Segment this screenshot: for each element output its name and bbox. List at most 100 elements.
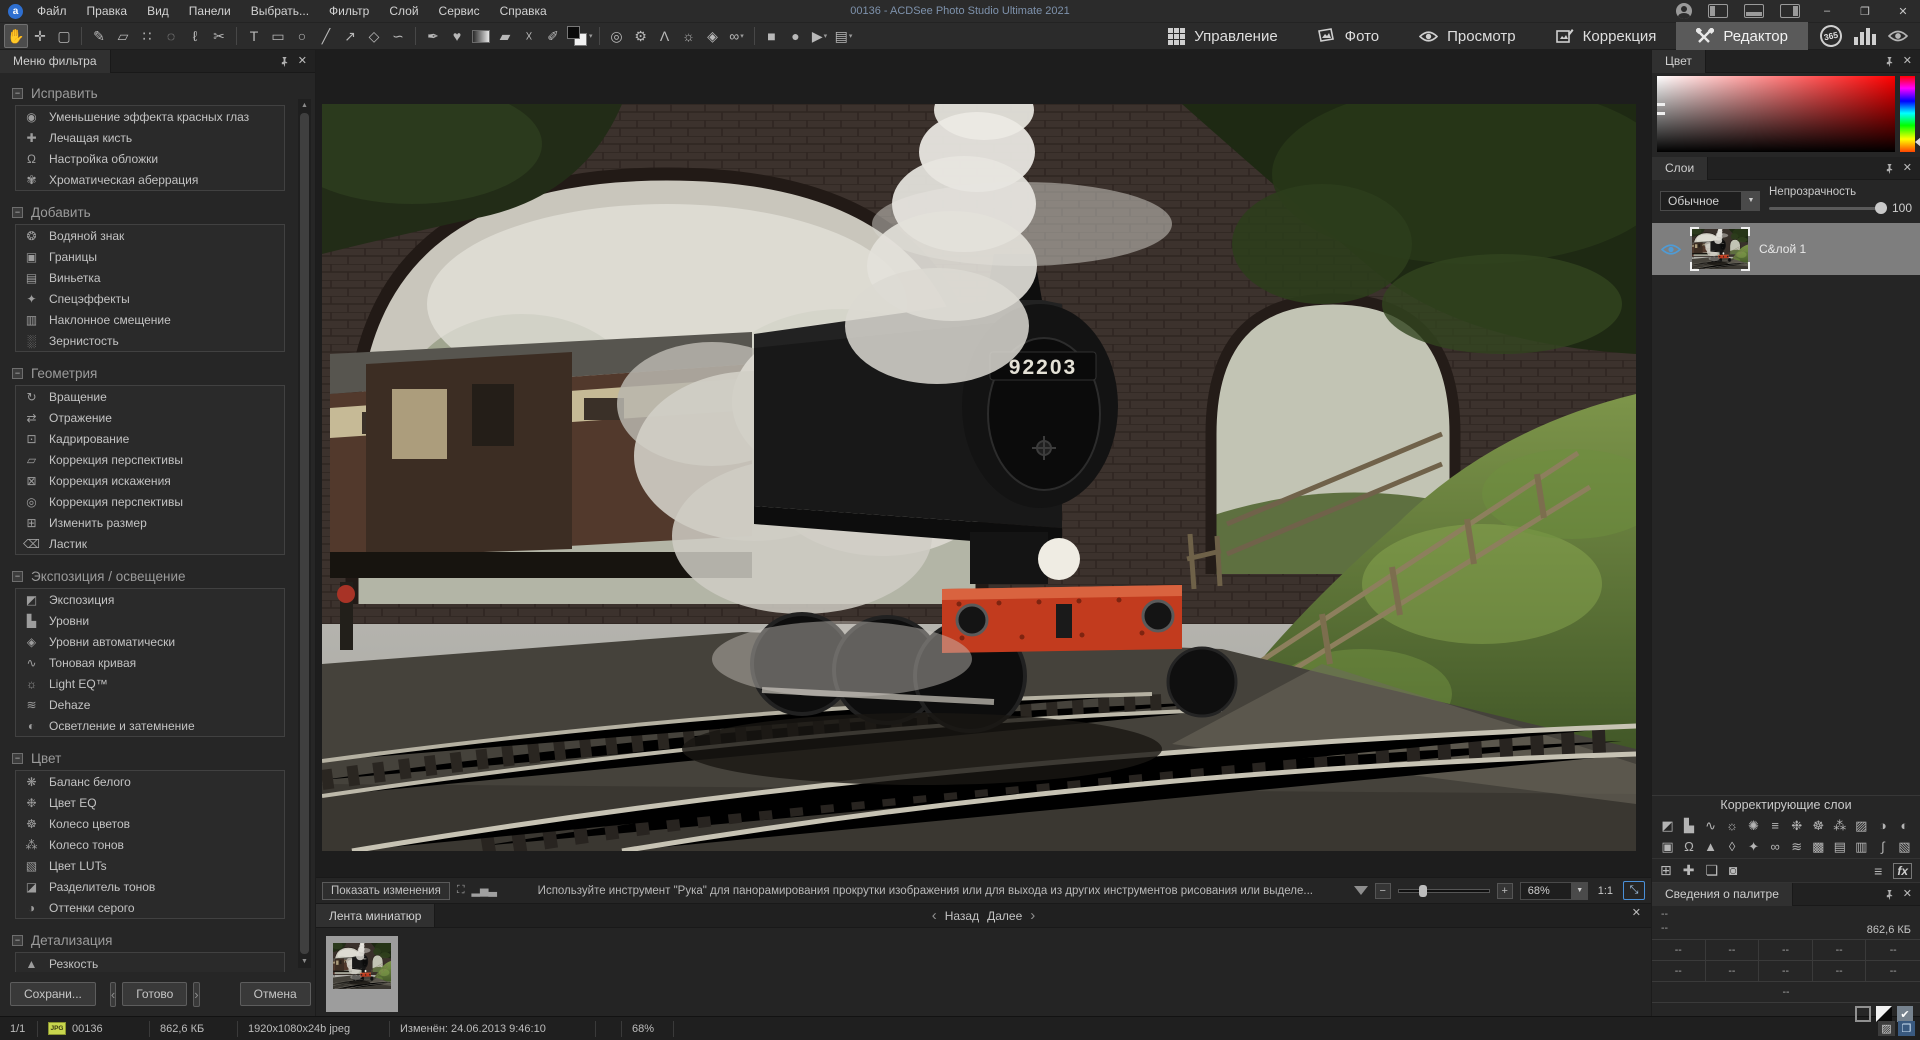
adj-tone-wheel-icon[interactable]: ⁂ [1830,816,1849,835]
filter-item[interactable]: ❉Цвет EQ [16,792,284,813]
adj-gradient-icon[interactable]: ▩ [1809,837,1828,856]
editor-canvas[interactable] [316,50,1651,877]
play-icon[interactable]: ▶▾ [808,24,832,48]
collapse-icon[interactable]: − [12,753,23,764]
filter-item[interactable]: ↻Вращение [16,386,284,407]
layout-left-panel-icon[interactable] [1708,4,1728,18]
filmstrip-thumbnail[interactable] [326,936,398,1012]
adj-effects-icon[interactable]: ✦ [1744,837,1763,856]
tab-photo[interactable]: Фото [1298,22,1399,50]
collapse-icon[interactable]: − [12,207,23,218]
smart-brush-tool[interactable]: ✎ [87,24,111,48]
filter-item[interactable]: ▙Уровни [16,610,284,631]
filter-item[interactable]: ◩Экспозиция [16,589,284,610]
pen-tool[interactable]: ✒ [421,24,445,48]
adj-tilt-shift-icon[interactable]: ▥ [1852,837,1871,856]
record-icon[interactable]: ● [784,24,808,48]
zoom-value[interactable]: 68% [1520,882,1572,900]
filter-scrollbar[interactable]: ▲ ▼ [298,99,311,968]
zoom-in-button[interactable]: + [1497,883,1513,899]
back-button[interactable]: Назад [945,909,979,923]
foreground-color-swatch[interactable] [567,26,580,39]
eyedropper-tool[interactable]: ✐ [541,24,565,48]
close-button[interactable]: ✕ [1892,2,1914,20]
hand-tool[interactable]: ✋ [4,24,28,48]
menu-service[interactable]: Сервис [429,0,490,22]
filter-item[interactable]: ⊞Изменить размер [16,512,284,533]
layer-mask-icon[interactable]: ◙ [1729,862,1737,879]
filter-item[interactable]: ∿Тоновая кривая [16,652,284,673]
cut-tool[interactable]: ✂ [207,24,231,48]
adj-sharpen-icon[interactable]: ▲ [1701,837,1720,856]
tab-edit[interactable]: Редактор [1676,22,1808,50]
filter-section-header[interactable]: −Геометрия [12,361,285,385]
filter-item[interactable]: ⁂Колесо тонов [16,834,284,855]
layer-effects-button[interactable]: fx [1893,863,1912,879]
prev-button[interactable]: ‹ [110,982,116,1007]
split-preview-icon[interactable] [1876,1006,1892,1022]
filter-section-header[interactable]: −Исправить [12,81,285,105]
layer-menu-icon[interactable]: ≡ [1874,863,1882,879]
tab-view[interactable]: Просмотр [1399,22,1536,50]
adj-color-wheel-icon[interactable]: ☸ [1809,816,1828,835]
user-avatar-icon[interactable] [1676,3,1692,19]
filter-menu-tab[interactable]: Меню фильтра [0,50,111,73]
filter-section-header[interactable]: −Экспозиция / освещение [12,564,285,588]
pin-icon[interactable] [1885,889,1894,900]
color-swatches[interactable]: ▾ [565,24,594,48]
close-icon[interactable]: ✕ [1903,163,1912,174]
menu-view[interactable]: Вид [137,0,179,22]
filter-item[interactable]: ▣Границы [16,246,284,267]
filter-item[interactable]: ◪Разделитель тонов [16,876,284,897]
line-tool[interactable]: ╱ [314,24,338,48]
filter-item[interactable]: ✦Спецэффекты [16,288,284,309]
filter-item[interactable]: ◉Уменьшение эффекта красных глаз [16,106,284,127]
filter-item[interactable]: ☸Колесо цветов [16,813,284,834]
adj-curves-icon[interactable]: ∫ [1873,837,1892,856]
lasso-tool[interactable]: ℓ [183,24,207,48]
actual-size-button[interactable]: 1:1 [1595,885,1616,897]
adj-color-balance-icon[interactable]: ≡ [1766,816,1785,835]
zoom-out-button[interactable]: − [1375,883,1391,899]
tab-manage[interactable]: Управление [1148,22,1297,50]
filter-item[interactable]: ΩНастройка обложки [16,148,284,169]
magic-select-tool[interactable]: ∷ [135,24,159,48]
adj-tone-curve-icon[interactable]: ∿ [1701,816,1720,835]
close-icon[interactable]: ✕ [1903,56,1912,67]
photo-image[interactable] [322,104,1636,851]
add-adjustment-icon[interactable]: ✚ [1683,862,1695,879]
filter-item[interactable]: ⊠Коррекция искажения [16,470,284,491]
filter-item[interactable]: ▱Коррекция перспективы [16,449,284,470]
filter-section-header[interactable]: −Цвет [12,746,285,770]
adj-lomo-icon[interactable]: ∞ [1766,837,1785,856]
adj-blur-icon[interactable]: ◊ [1723,837,1742,856]
next-chevron-icon[interactable]: › [1030,907,1035,924]
close-icon[interactable]: ✕ [1903,889,1912,900]
filter-item[interactable]: ❂Водяной знак [16,225,284,246]
save-button[interactable]: Сохрани... [10,982,96,1006]
scroll-down-icon[interactable]: ▼ [301,955,308,968]
apply-check-icon[interactable]: ✔ [1897,1006,1913,1022]
filter-section-header[interactable]: −Детализация [12,928,285,952]
next-button[interactable]: Далее [987,909,1022,923]
scroll-thumb[interactable] [300,113,309,954]
polygon-tool[interactable]: ◇ [362,24,386,48]
find-icon[interactable]: ∞▾ [725,24,749,48]
status-grid-icon[interactable]: ▨ [1878,1021,1895,1036]
filter-item[interactable]: ≋Dehaze [16,694,284,715]
filter-item[interactable]: ☼Light EQ™ [16,673,284,694]
acdsee-365-icon[interactable]: 365 [1818,23,1844,49]
menu-file[interactable]: Файл [27,0,77,22]
filter-section-header[interactable]: −Добавить [12,200,285,224]
filter-item[interactable]: ◈Уровни автоматически [16,631,284,652]
collapse-icon[interactable]: − [12,88,23,99]
menu-layer[interactable]: Слой [379,0,428,22]
opacity-slider[interactable] [1769,207,1885,210]
filter-item[interactable]: ⌫Ластик [16,533,284,554]
layer-row[interactable]: C&лой 1 [1652,223,1920,275]
adj-color-lut-icon[interactable]: ▧ [1895,837,1914,856]
bulb-icon[interactable]: ☼ [677,24,701,48]
stop-icon[interactable]: ■ [760,24,784,48]
pin-icon[interactable] [280,56,289,67]
done-button[interactable]: Готово [122,982,187,1006]
